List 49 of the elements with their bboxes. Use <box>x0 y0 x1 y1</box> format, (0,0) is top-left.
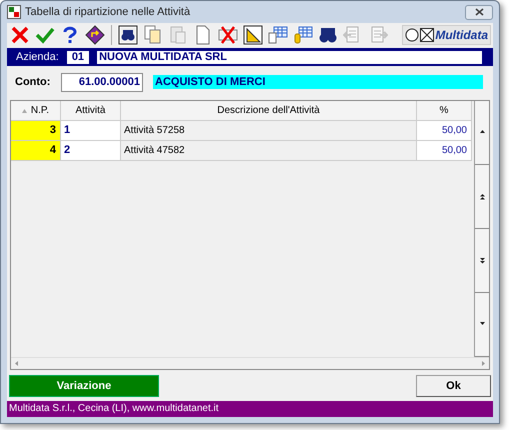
crossed-box-icon <box>420 28 434 42</box>
ok-button[interactable]: Ok <box>416 375 491 397</box>
scroll-right-icon <box>482 361 485 366</box>
cancel-icon <box>10 25 30 45</box>
confirm-icon <box>35 25 55 45</box>
table-cell: 4 <box>11 141 61 160</box>
close-button[interactable] <box>465 4 493 20</box>
logo-button[interactable]: Multidata <box>402 25 491 45</box>
account-field[interactable]: 61.00.00001 <box>61 72 143 92</box>
scroll-up-icon <box>480 130 484 136</box>
table-icon <box>268 25 288 45</box>
status-bar: Multidata S.r.l., Cecina (LI), www.multidatanet.it <box>7 401 493 417</box>
company-name: NUOVA MULTIDATA SRL <box>97 50 482 64</box>
account-description: ACQUISTO DI MERCI <box>153 75 483 89</box>
column-header[interactable]: Attività <box>61 101 121 121</box>
app-icon <box>7 5 21 19</box>
binoculars-icon <box>318 25 338 45</box>
column-header[interactable]: N.P. <box>11 101 61 121</box>
page-up-icon <box>480 194 484 200</box>
table-cell: Attività 47582 <box>121 141 417 160</box>
account-label: Conto: <box>15 74 51 90</box>
toolbar-button[interactable] <box>242 24 264 46</box>
vertical-scrollbar[interactable] <box>474 101 489 357</box>
paste-icon <box>168 25 188 45</box>
company-code: 01 <box>66 50 90 64</box>
table-cell: 1 <box>61 121 121 140</box>
scroll-down-icon <box>480 322 484 328</box>
circle-icon <box>405 28 420 42</box>
company-label: Azienda: <box>16 50 59 65</box>
scroll-left-icon <box>15 361 18 366</box>
toolbar-button[interactable] <box>84 24 106 46</box>
table-cell: 50,00 <box>417 121 472 140</box>
column-header[interactable]: % <box>417 101 472 121</box>
window-title: Tabella di ripartizione nelle Attività <box>25 4 192 20</box>
sort-icon <box>22 108 27 112</box>
close-icon <box>474 8 484 16</box>
table-cell: Attività 57258 <box>121 121 417 140</box>
toolbar-button[interactable] <box>117 24 139 46</box>
horizontal-scrollbar[interactable] <box>11 357 489 369</box>
table-cell: 3 <box>11 121 61 140</box>
column-header[interactable]: Descrizione dell'Attività <box>121 101 417 121</box>
page-down-icon <box>480 258 484 264</box>
copy-icon <box>143 25 163 45</box>
variation-button[interactable]: Variazione <box>9 375 159 397</box>
set-square-icon <box>243 25 263 45</box>
table-cell: 50,00 <box>417 141 472 160</box>
diamond-sign-icon <box>85 25 105 45</box>
table-cell: 2 <box>61 141 121 160</box>
table-icon <box>293 25 313 45</box>
